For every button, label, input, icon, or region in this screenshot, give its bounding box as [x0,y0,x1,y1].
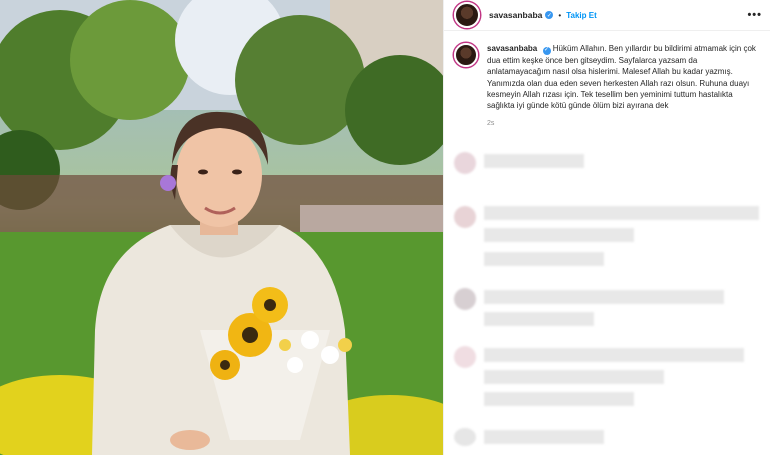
comment-avatar [454,152,476,174]
comment-avatar [454,206,476,228]
comment-blur [484,290,724,304]
caption-body: savasanbaba ✓ Hüküm Allahın. Ben yıllard… [487,43,759,127]
post-header: savasanbaba ✓ • Takip Et ••• [444,0,770,31]
post-timestamp[interactable]: 2s [487,120,759,127]
comment-blur [484,430,604,444]
comment-blur [484,154,584,168]
more-options-icon[interactable]: ••• [747,9,762,21]
username-link[interactable]: savasanbaba [489,10,542,20]
post-photo[interactable] [0,0,443,455]
follow-button[interactable]: Takip Et [566,11,597,20]
caption-username-link[interactable]: savasanbaba [487,44,537,53]
caption-verified-badge-icon: ✓ [542,46,551,55]
caption-content: Hüküm Allahın. Ben yıllardır bu bildirim… [487,44,756,111]
comment-blur [484,252,604,266]
caption-text: savasanbaba ✓ Hüküm Allahın. Ben yıllard… [487,43,759,112]
post-caption: savasanbaba ✓ Hüküm Allahın. Ben yıllard… [444,31,770,127]
comment-blur [484,370,664,384]
comment-avatar [454,428,476,446]
avatar[interactable] [454,2,480,28]
comment-avatar [454,346,476,368]
comment-blur [484,228,634,242]
post-side-panel: savasanbaba ✓ • Takip Et ••• savasanbaba… [443,0,770,455]
verified-badge-icon: ✓ [545,11,554,19]
comment-avatar [454,288,476,310]
separator-dot: • [558,10,562,20]
instagram-post: savasanbaba ✓ • Takip Et ••• savasanbaba… [0,0,770,455]
comment-blur [484,206,759,220]
photo-illustration [0,0,443,455]
comment-blur [484,348,744,362]
caption-avatar[interactable] [454,43,478,67]
comment-blur [484,312,594,326]
comment-blur [484,392,634,406]
